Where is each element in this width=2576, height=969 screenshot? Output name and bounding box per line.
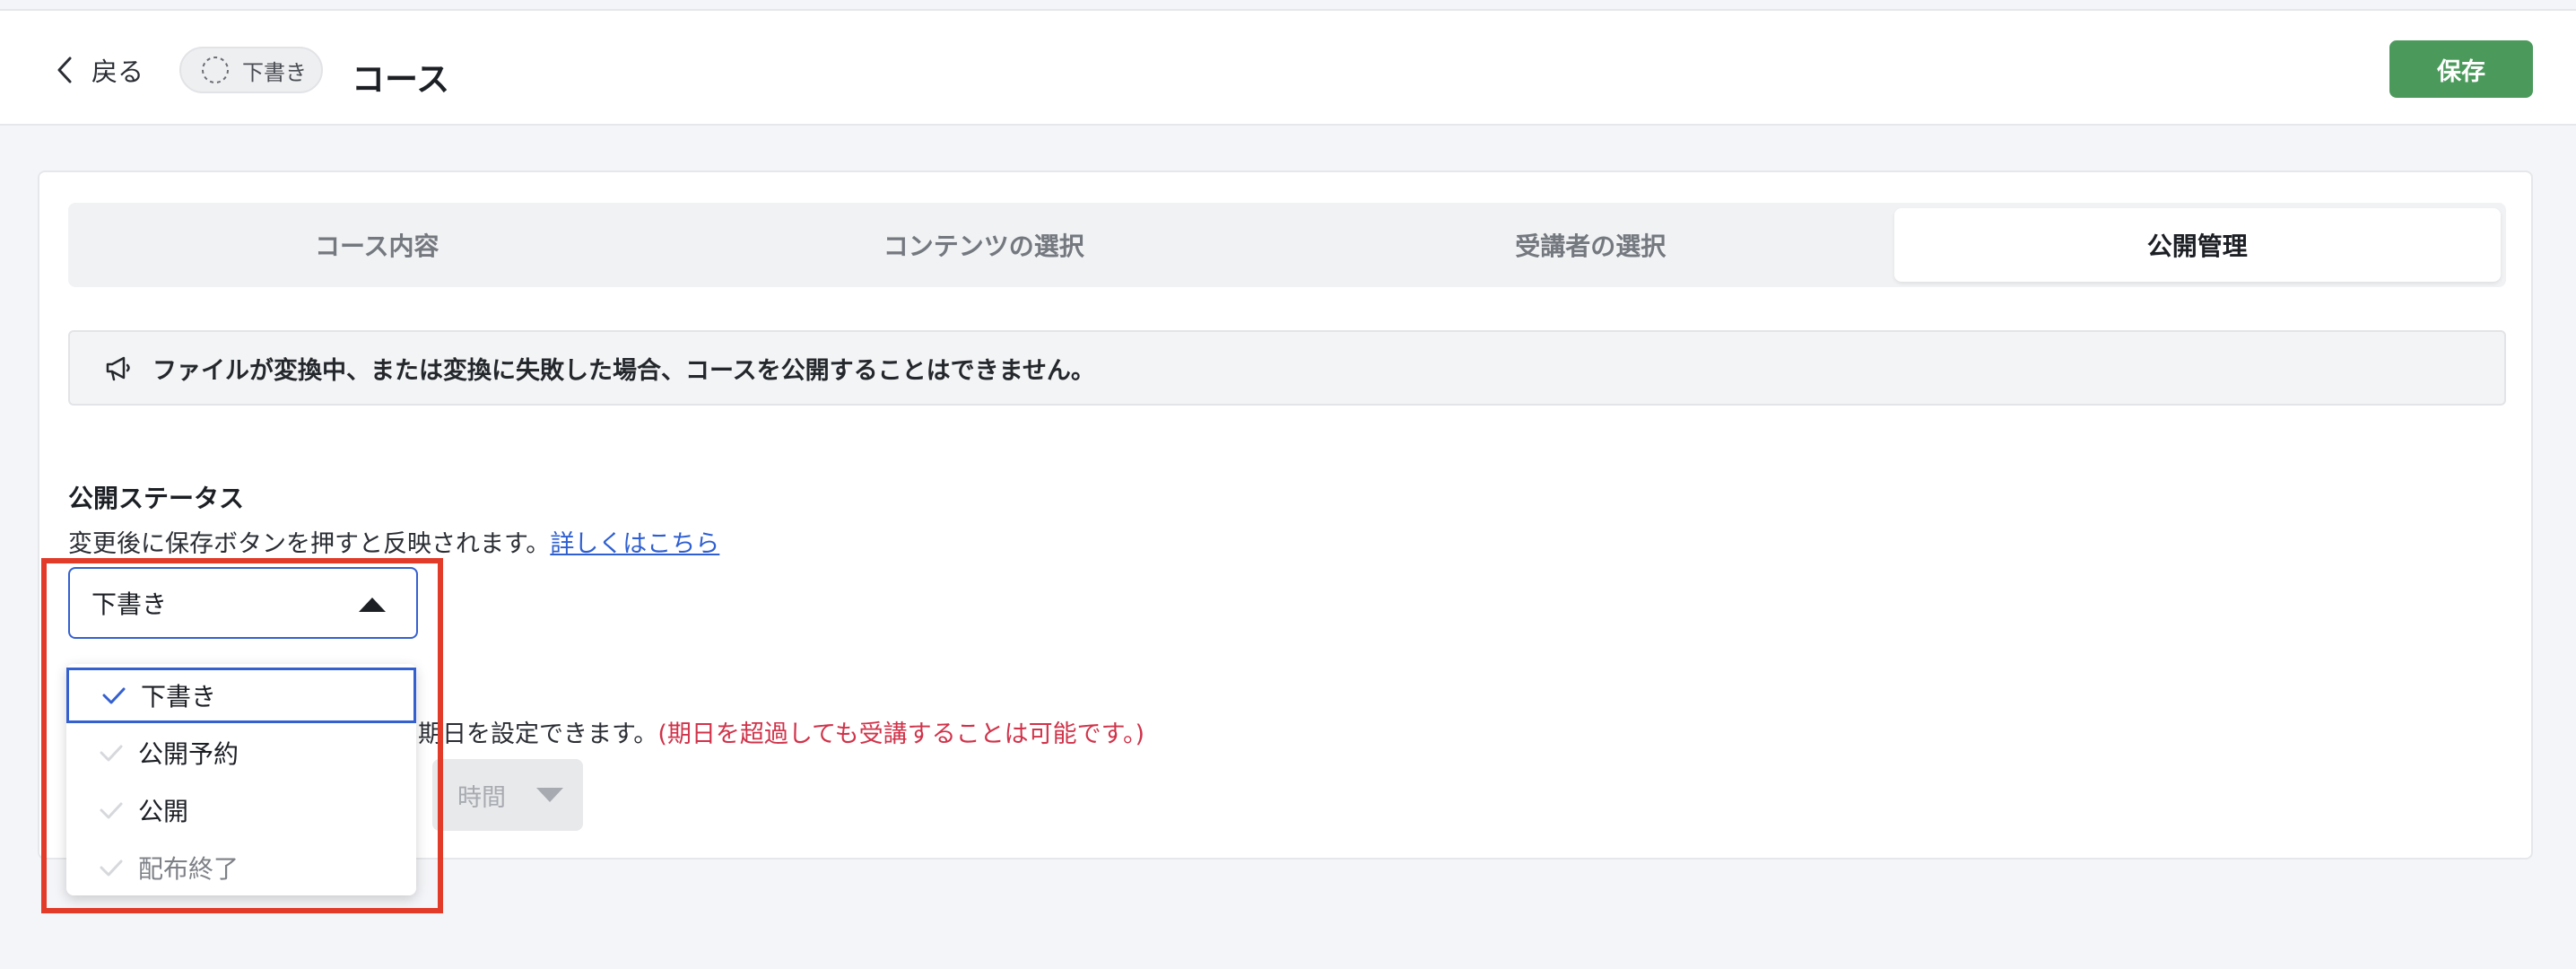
dropdown-option-draft[interactable]: 下書き (66, 668, 416, 723)
deadline-warning: (期日を超過しても受講することは可能です。) (657, 720, 1145, 748)
details-link[interactable]: 詳しくはこちら (550, 530, 719, 558)
back-button[interactable]: 戻る (52, 52, 144, 88)
tab-learner-selection[interactable]: 受講者の選択 (1287, 208, 1894, 282)
notice-banner: ファイルが変換中、または変換に失敗した場合、コースを公開することはできません。 (68, 330, 2506, 406)
dropdown-option-scheduled[interactable]: 公開予約 (66, 725, 416, 781)
check-icon (102, 687, 126, 704)
chevron-left-icon (57, 57, 72, 83)
tab-course-content[interactable]: コース内容 (74, 208, 681, 282)
save-button[interactable]: 保存 (2389, 40, 2533, 98)
tab-publish-management[interactable]: 公開管理 (1893, 208, 2501, 282)
check-icon (100, 860, 123, 877)
publish-status-selected-value: 下書き (91, 589, 168, 619)
back-label: 戻る (91, 57, 144, 87)
notice-text: ファイルが変換中、または変換に失敗した場合、コースを公開することはできません。 (152, 356, 1095, 385)
check-icon (100, 745, 123, 762)
deadline-description: 期日を設定できます。(期日を超過しても受講することは可能です。) (418, 714, 1144, 749)
tab-content-selection[interactable]: コンテンツの選択 (681, 208, 1288, 282)
publish-status-select[interactable]: 下書き (68, 567, 418, 639)
draft-circle-icon (202, 57, 229, 83)
top-border (0, 0, 2576, 11)
megaphone-icon (106, 356, 130, 381)
status-badge-label: 下書き (242, 59, 307, 85)
dropdown-option-label: 公開 (138, 797, 189, 826)
dropdown-option-label: 下書き (141, 682, 217, 711)
caret-down-icon (536, 788, 563, 802)
check-icon (100, 802, 123, 819)
dropdown-option-label: 公開予約 (138, 739, 239, 769)
publish-status-dropdown: 下書き 公開予約 公開 配布終了 (66, 664, 416, 895)
status-badge: 下書き (179, 47, 323, 93)
dropdown-option-label: 配布終了 (138, 854, 239, 884)
publish-status-desc-text: 変更後に保存ボタンを押すと反映されます。 (68, 530, 551, 558)
caret-up-icon (359, 598, 386, 612)
dropdown-option-ended[interactable]: 配布終了 (66, 840, 416, 895)
publish-status-title: 公開ステータス (68, 484, 245, 513)
publish-status-description: 変更後に保存ボタンを押すと反映されます。詳しくはこちら (68, 524, 719, 559)
time-select-placeholder: 時間 (457, 783, 506, 812)
page-header: 戻る 下書き コース 保存 (0, 11, 2576, 126)
time-select[interactable]: 時間 (432, 759, 583, 831)
page-title: コース (352, 60, 450, 99)
tab-bar: コース内容 コンテンツの選択 受講者の選択 公開管理 (68, 203, 2506, 287)
deadline-desc-text: 期日を設定できます。 (418, 720, 658, 748)
dropdown-option-published[interactable]: 公開 (66, 782, 416, 838)
